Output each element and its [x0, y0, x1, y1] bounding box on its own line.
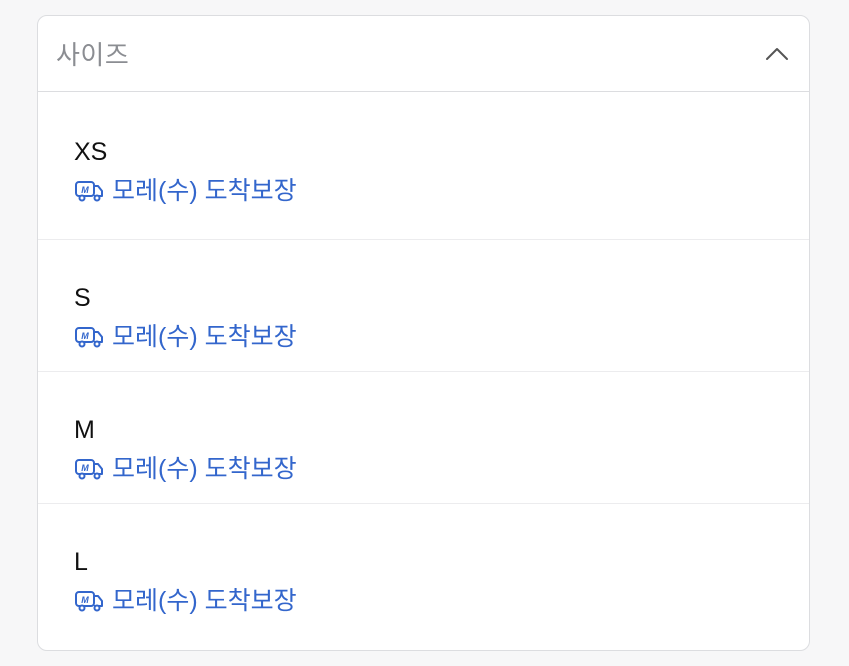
delivery-guarantee: M 모레(수) 도착보장: [74, 322, 809, 352]
delivery-label: 모레(수) 도착보장: [112, 587, 297, 615]
delivery-label: 모레(수) 도착보장: [112, 323, 297, 351]
size-options-list: XS M 모레(수) 도착보장 S M 모레(수) 도착보장 M M 모레(수)…: [38, 92, 809, 636]
size-dropdown-placeholder: 사이즈: [56, 40, 130, 70]
delivery-guarantee: M 모레(수) 도착보장: [74, 586, 809, 616]
size-option-s[interactable]: S M 모레(수) 도착보장: [38, 240, 809, 372]
truck-icon: M: [75, 591, 103, 612]
delivery-guarantee: M 모레(수) 도착보장: [74, 176, 809, 206]
svg-text:M: M: [81, 463, 89, 473]
size-dropdown-header[interactable]: 사이즈: [38, 16, 809, 92]
size-option-l[interactable]: L M 모레(수) 도착보장: [38, 504, 809, 636]
truck-icon: M: [75, 327, 103, 348]
delivery-label: 모레(수) 도착보장: [112, 455, 297, 483]
size-option-xs[interactable]: XS M 모레(수) 도착보장: [38, 92, 809, 240]
truck-icon: M: [75, 459, 103, 480]
size-option-label: S: [74, 284, 91, 312]
delivery-label: 모레(수) 도착보장: [112, 177, 297, 205]
svg-text:M: M: [81, 331, 89, 341]
svg-text:M: M: [81, 595, 89, 605]
size-option-label: M: [74, 416, 95, 444]
size-option-label: XS: [74, 138, 108, 166]
truck-icon: M: [75, 181, 103, 202]
size-dropdown[interactable]: 사이즈 XS M 모레(수) 도착보장 S M 모레(수) 도착보장 M M 모…: [37, 15, 810, 651]
size-option-m[interactable]: M M 모레(수) 도착보장: [38, 372, 809, 504]
delivery-guarantee: M 모레(수) 도착보장: [74, 454, 809, 484]
svg-text:M: M: [81, 185, 89, 195]
chevron-up-icon[interactable]: [765, 42, 789, 66]
size-option-label: L: [74, 548, 88, 576]
